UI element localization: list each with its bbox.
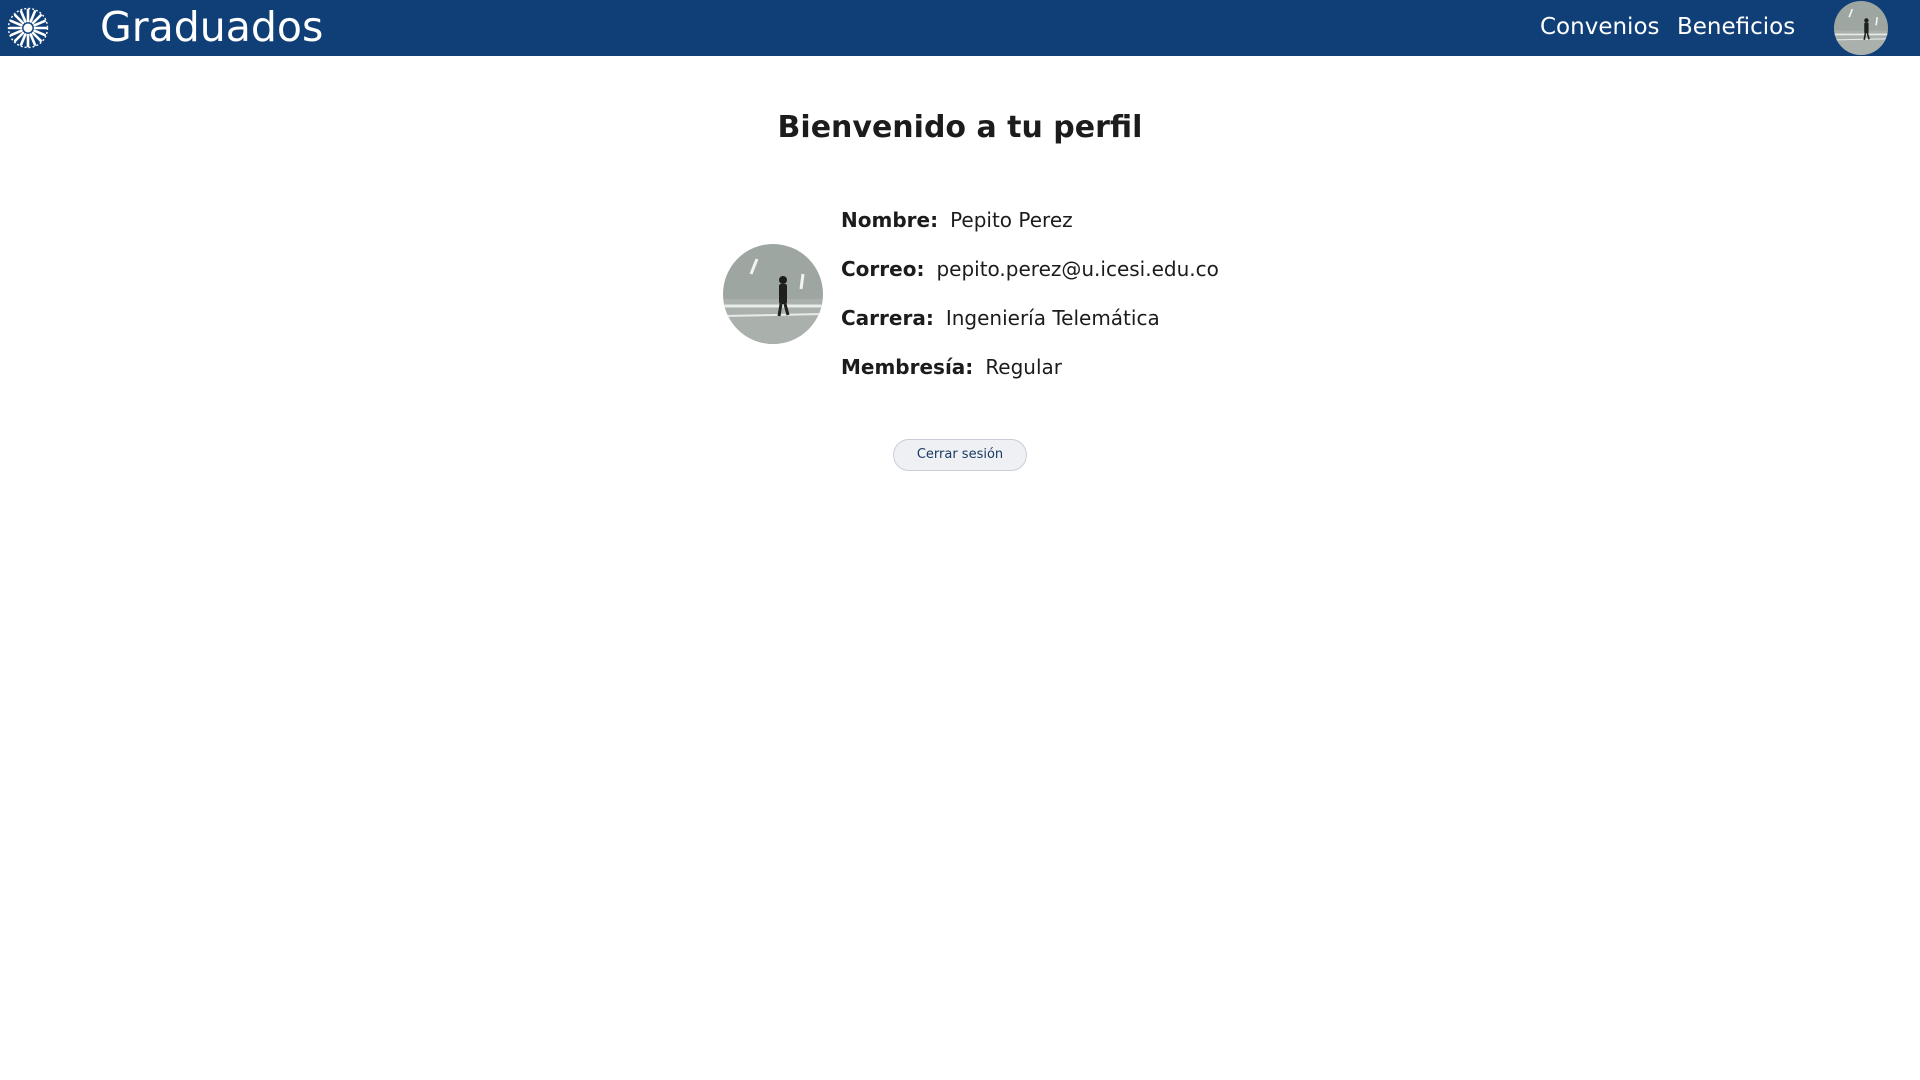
profile-field-correo: Correo: pepito.perez@u.icesi.edu.co xyxy=(841,256,1219,282)
logout-button[interactable]: Cerrar sesión xyxy=(893,439,1027,471)
field-value: Pepito Perez xyxy=(950,208,1073,232)
field-label: Correo: xyxy=(841,257,925,281)
field-label: Membresía: xyxy=(841,355,974,379)
nav-link-beneficios[interactable]: Beneficios xyxy=(1677,12,1795,42)
profile-photo xyxy=(723,244,823,344)
profile-field-carrera: Carrera: Ingeniería Telemática xyxy=(841,305,1160,331)
university-logo-icon[interactable] xyxy=(7,7,49,49)
profile-photo-icon xyxy=(1834,1,1888,55)
field-value: Ingeniería Telemática xyxy=(945,306,1160,330)
user-avatar-button[interactable] xyxy=(1834,1,1888,55)
page-title: Bienvenido a tu perfil xyxy=(777,110,1143,145)
field-value: pepito.perez@u.icesi.edu.co xyxy=(936,257,1219,281)
profile-field-nombre: Nombre: Pepito Perez xyxy=(841,207,1073,233)
field-label: Carrera: xyxy=(841,306,934,330)
field-label: Nombre: xyxy=(841,208,939,232)
nav-link-convenios[interactable]: Convenios xyxy=(1540,12,1660,42)
field-value: Regular xyxy=(985,355,1063,379)
profile-photo-icon xyxy=(723,244,823,344)
brand-title[interactable]: Graduados xyxy=(100,2,323,52)
top-navbar: Graduados Convenios Beneficios xyxy=(0,0,1920,56)
profile-field-membresia: Membresía: Regular xyxy=(841,354,1062,380)
